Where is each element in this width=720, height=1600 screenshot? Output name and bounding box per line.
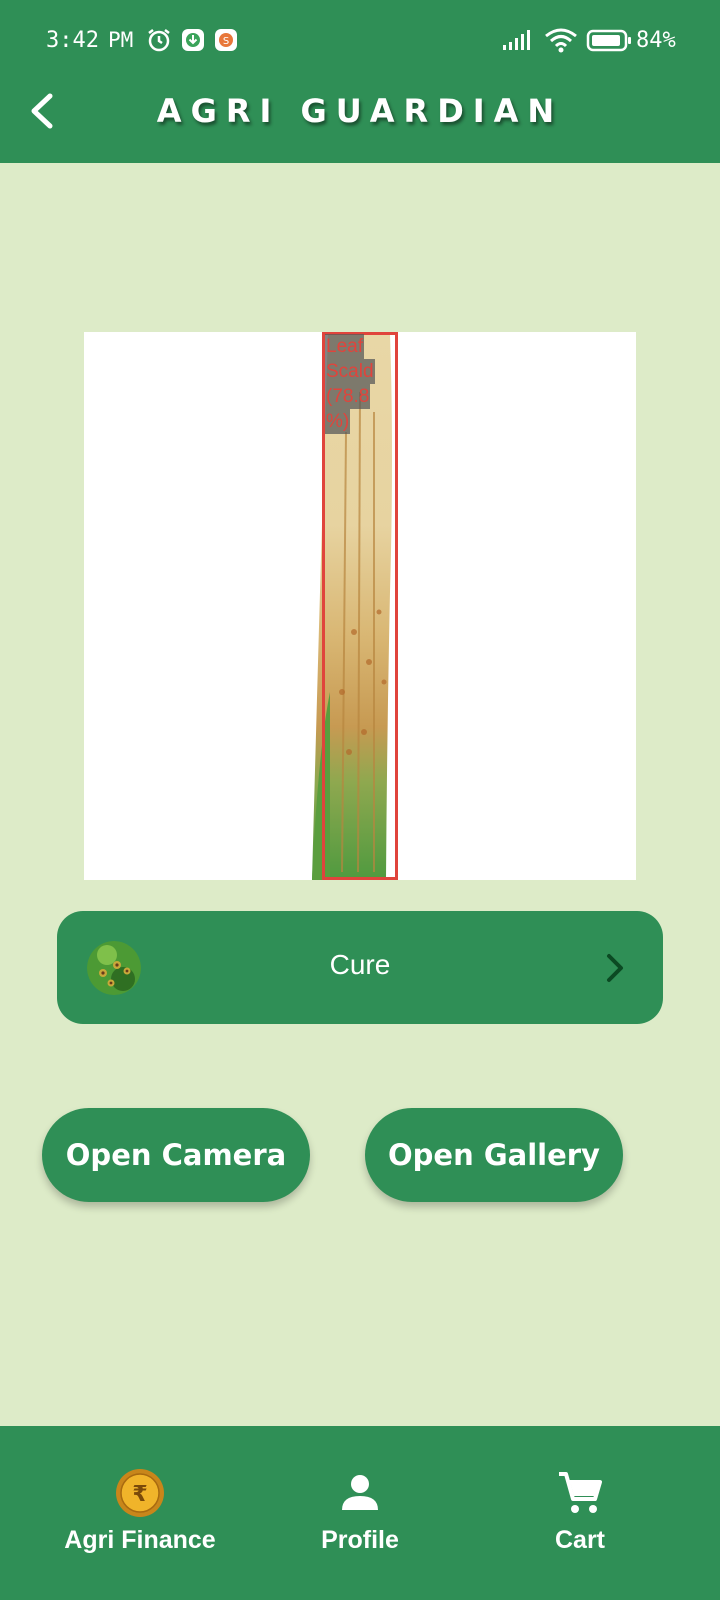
chevron-right-icon (603, 951, 627, 985)
svg-text:₹: ₹ (132, 1482, 147, 1507)
detection-label: Leaf Scald (78.8 %) (325, 334, 375, 434)
person-icon (335, 1468, 385, 1518)
detection-label-line: Scald (325, 359, 375, 384)
page-title: AGRI GUARDIAN (156, 92, 564, 130)
app-header: 3:42 PM S 84% AGRI GUARDIAN (0, 0, 720, 163)
bottom-navigation: ₹ Agri Finance Profile Cart (0, 1426, 720, 1600)
cart-icon (555, 1468, 605, 1518)
detection-label-line: %) (325, 409, 351, 434)
nav-cart[interactable]: Cart (460, 1426, 700, 1600)
status-ampm: PM (108, 28, 134, 52)
open-camera-button[interactable]: Open Camera (42, 1108, 310, 1202)
rupee-coin-icon: ₹ (115, 1468, 165, 1518)
nav-agri-finance-label: Agri Finance (64, 1526, 216, 1554)
detection-label-line: (78.8 (325, 384, 371, 409)
cure-button[interactable]: Cure (57, 911, 663, 1024)
nav-profile[interactable]: Profile (240, 1426, 480, 1600)
app-notification-icon: S (213, 27, 239, 53)
nav-cart-label: Cart (554, 1526, 605, 1554)
cure-button-label: Cure (329, 949, 391, 980)
alarm-icon (146, 27, 172, 53)
status-time: 3:42 (46, 28, 99, 53)
wifi-icon (544, 27, 578, 53)
nav-profile-label: Profile (321, 1526, 399, 1554)
open-gallery-button[interactable]: Open Gallery (365, 1108, 623, 1202)
signal-icon (502, 27, 532, 53)
battery-icon (586, 27, 634, 53)
nav-agri-finance[interactable]: ₹ Agri Finance (20, 1426, 260, 1600)
svg-text:S: S (223, 36, 229, 47)
detection-label-line: Leaf (325, 334, 364, 359)
battery-percentage: 84% (636, 28, 676, 53)
status-bar: 3:42 PM S 84% (0, 22, 720, 62)
download-app-icon (180, 27, 206, 53)
analyzed-leaf-image: Leaf Scald (78.8 %) (84, 332, 636, 880)
